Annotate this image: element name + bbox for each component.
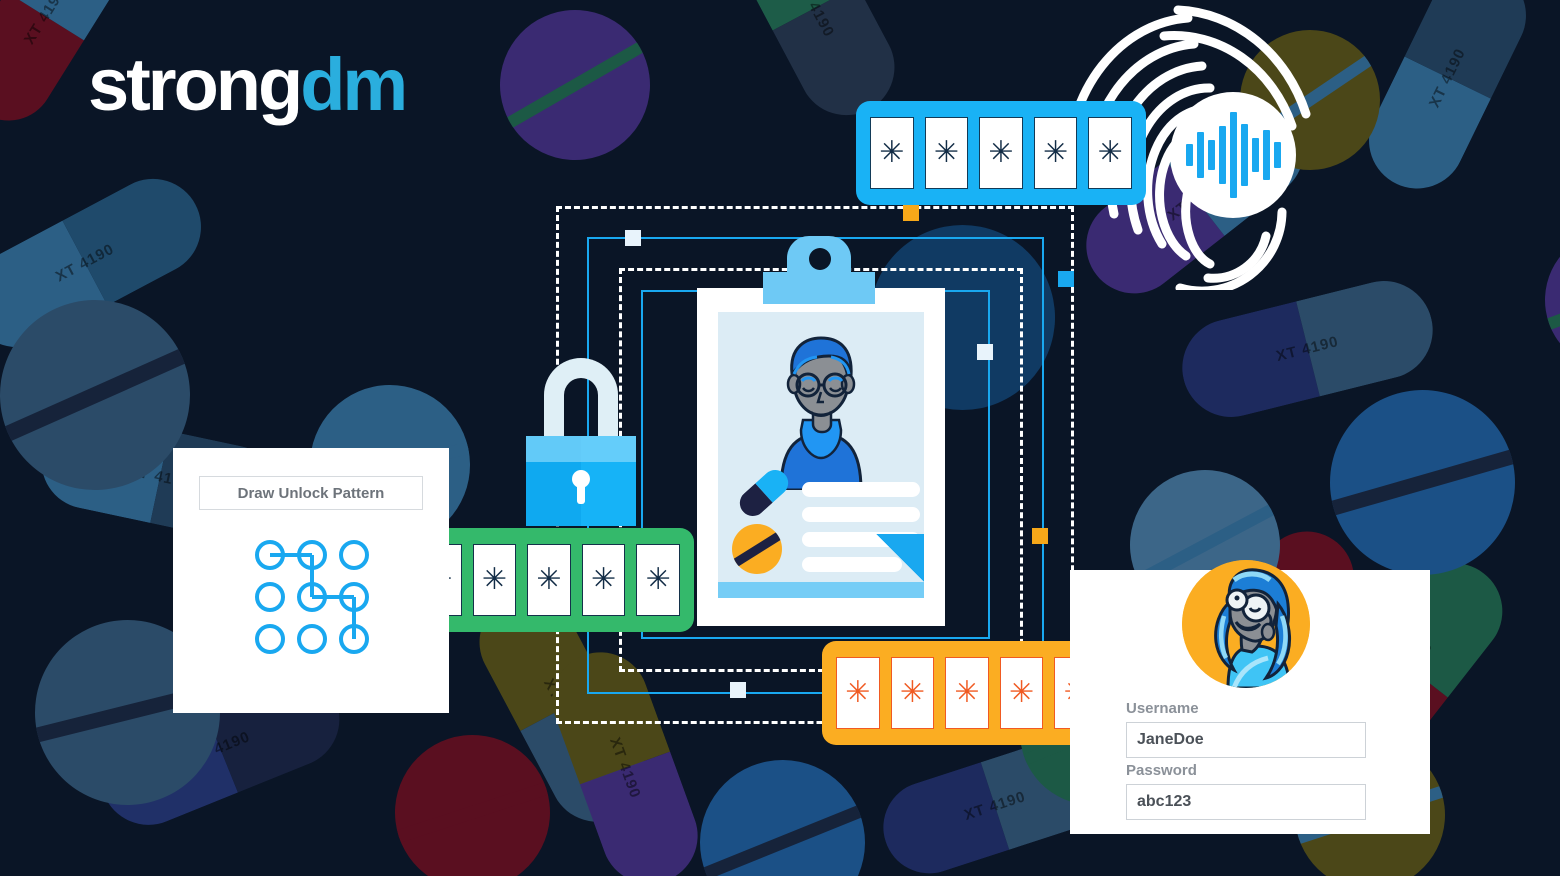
pattern-dot[interactable] — [255, 624, 285, 654]
waveform-bar — [1185, 144, 1193, 166]
clipboard-clamp-hole — [809, 248, 831, 270]
pattern-dot[interactable] — [255, 540, 285, 570]
background-tablet-pill — [675, 735, 890, 876]
pin-digit-cell[interactable]: ✳ — [581, 544, 626, 616]
background-tablet-pill — [1525, 210, 1560, 390]
username-input[interactable]: JaneDoe — [1126, 722, 1366, 758]
pin-digit-cell[interactable]: ✳ — [472, 544, 517, 616]
strongdm-logo: strongdm — [88, 48, 408, 122]
unlock-pattern-card: Draw Unlock Pattern — [173, 448, 449, 713]
voice-waveform-icon — [1170, 92, 1296, 218]
illustration-canvas: XT 4190XT 4190XT 4190XT 4190XT 4190XT 41… — [0, 0, 1560, 876]
background-tablet-pill — [472, 0, 678, 188]
unlock-pattern-grid[interactable] — [255, 540, 369, 654]
record-corner-fold — [876, 534, 924, 582]
waveform-bar — [1273, 142, 1281, 168]
waveform-bar — [1262, 130, 1270, 180]
pattern-dot[interactable] — [339, 582, 369, 612]
background-capsule-pill: XT 4190 — [1352, 0, 1543, 205]
username-label: Username — [1126, 700, 1199, 717]
draw-unlock-pattern-button[interactable]: Draw Unlock Pattern — [199, 476, 423, 510]
pin-digit-cell[interactable]: ✳ — [836, 657, 880, 729]
password-label: Password — [1126, 762, 1197, 779]
waveform-bar — [1218, 126, 1226, 184]
pin-digit-cell[interactable]: ✳ — [924, 117, 969, 189]
logo-secondary-text: dm — [300, 43, 408, 126]
patient-id-card — [718, 312, 924, 598]
pin-digit-cell[interactable]: ✳ — [636, 544, 680, 616]
pin-digit-cell[interactable]: ✳ — [979, 117, 1023, 189]
waveform-bar — [1196, 132, 1204, 178]
pattern-dot[interactable] — [297, 624, 327, 654]
padlock-body — [526, 436, 636, 526]
pin-digit-cell[interactable]: ✳ — [890, 657, 935, 729]
pin-entry-blue[interactable]: ✳ ✳ ✳ ✳ ✳ — [856, 101, 1146, 205]
waveform-bar — [1229, 112, 1237, 198]
pin-digit-cell[interactable]: ✳ — [1033, 117, 1078, 189]
record-bottom-strip — [718, 582, 924, 598]
pin-entry-orange[interactable]: ✳✳✳✳✳ — [822, 641, 1112, 745]
logo-primary-text: strong — [88, 43, 303, 126]
record-round-pill — [732, 524, 782, 574]
record-text-line — [802, 482, 920, 497]
pin-digit-cell[interactable]: ✳ — [1088, 117, 1132, 189]
pin-digit-cell[interactable]: ✳ — [870, 117, 914, 189]
patient-record-clipboard — [697, 236, 945, 626]
padlock-keyhole-stem — [577, 482, 585, 504]
pin-digit-cell[interactable]: ✳ — [527, 544, 571, 616]
selection-handle[interactable] — [903, 205, 919, 221]
password-input[interactable]: abc123 — [1126, 784, 1366, 820]
clipboard-clamp-base — [763, 272, 875, 304]
selection-handle[interactable] — [730, 682, 746, 698]
pattern-dot[interactable] — [255, 582, 285, 612]
patient-avatar-illustration — [779, 336, 863, 490]
pattern-dot[interactable] — [339, 624, 369, 654]
pattern-dot[interactable] — [297, 582, 327, 612]
login-card: Username JaneDoe Password abc123 — [1070, 560, 1430, 834]
waveform-bar — [1251, 138, 1259, 172]
pin-digit-cell[interactable]: ✳ — [999, 657, 1044, 729]
selection-handle[interactable] — [1032, 528, 1048, 544]
pattern-dot[interactable] — [297, 540, 327, 570]
pin-digit-cell[interactable]: ✳ — [945, 657, 989, 729]
user-avatar — [1182, 560, 1310, 688]
selection-handle[interactable] — [977, 344, 993, 360]
waveform-bar — [1240, 124, 1248, 186]
padlock-icon — [526, 358, 636, 526]
waveform-bar — [1207, 140, 1215, 170]
padlock-body-band — [526, 436, 636, 462]
selection-handle[interactable] — [625, 230, 641, 246]
pattern-dot[interactable] — [339, 540, 369, 570]
record-text-line — [802, 507, 920, 522]
